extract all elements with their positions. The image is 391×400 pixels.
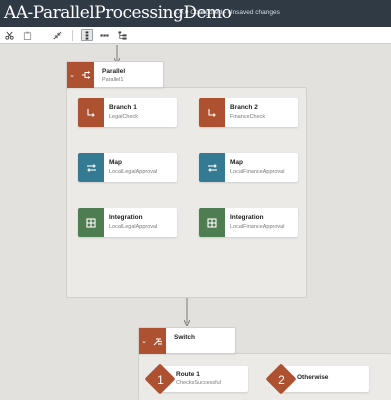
parallel-icon xyxy=(77,62,94,88)
integration-subtitle: LocalFinanceApproval xyxy=(230,224,285,230)
integration-title: Integration xyxy=(109,214,143,221)
branch-title: Branch 1 xyxy=(109,104,137,111)
map-card-finance[interactable]: Map LocalFinanceApproval xyxy=(199,153,298,182)
branch-arrow-icon xyxy=(78,98,104,127)
route-subtitle: ChecksSuccessful xyxy=(176,380,221,386)
switch-header[interactable]: ⌄ Switch xyxy=(138,327,236,354)
map-subtitle: LocalFinanceApproval xyxy=(230,169,285,175)
map-title: Map xyxy=(109,159,122,166)
route-1-number: 1 xyxy=(157,372,164,387)
branch-title: Branch 2 xyxy=(230,104,258,111)
branch-2-card[interactable]: Branch 2 FinanceCheck xyxy=(199,98,298,127)
integration-grid-icon xyxy=(78,208,104,237)
integration-title: Integration xyxy=(230,214,264,221)
branch-arrow-icon xyxy=(199,98,225,127)
branch-1-card[interactable]: Branch 1 LegalCheck xyxy=(78,98,177,127)
chevron-down-icon[interactable]: ⌄ xyxy=(139,328,149,354)
parallel-subtitle: Parallel1 xyxy=(102,77,124,83)
switch-icon xyxy=(149,328,166,354)
branch-subtitle: LegalCheck xyxy=(109,114,139,120)
integration-card-legal[interactable]: Integration LocalLegalApproval xyxy=(78,208,177,237)
parallel-header[interactable]: ⌄ Parallel Parallel1 xyxy=(66,61,164,88)
map-arrows-icon xyxy=(78,153,104,182)
integration-subtitle: LocalLegalApproval xyxy=(109,224,158,230)
parallel-title: Parallel xyxy=(102,68,126,75)
route-title: Route 1 xyxy=(176,371,200,378)
map-title: Map xyxy=(230,159,243,166)
map-arrows-icon xyxy=(199,153,225,182)
route-2-number: 2 xyxy=(278,372,285,387)
switch-title: Switch xyxy=(174,334,195,341)
integration-grid-icon xyxy=(199,208,225,237)
branch-subtitle: FinanceCheck xyxy=(230,114,266,120)
map-subtitle: LocalLegalApproval xyxy=(109,169,158,175)
route-title: Otherwise xyxy=(297,374,329,381)
map-card-legal[interactable]: Map LocalLegalApproval xyxy=(78,153,177,182)
integration-card-finance[interactable]: Integration LocalFinanceApproval xyxy=(199,208,298,237)
chevron-down-icon[interactable]: ⌄ xyxy=(67,62,77,88)
